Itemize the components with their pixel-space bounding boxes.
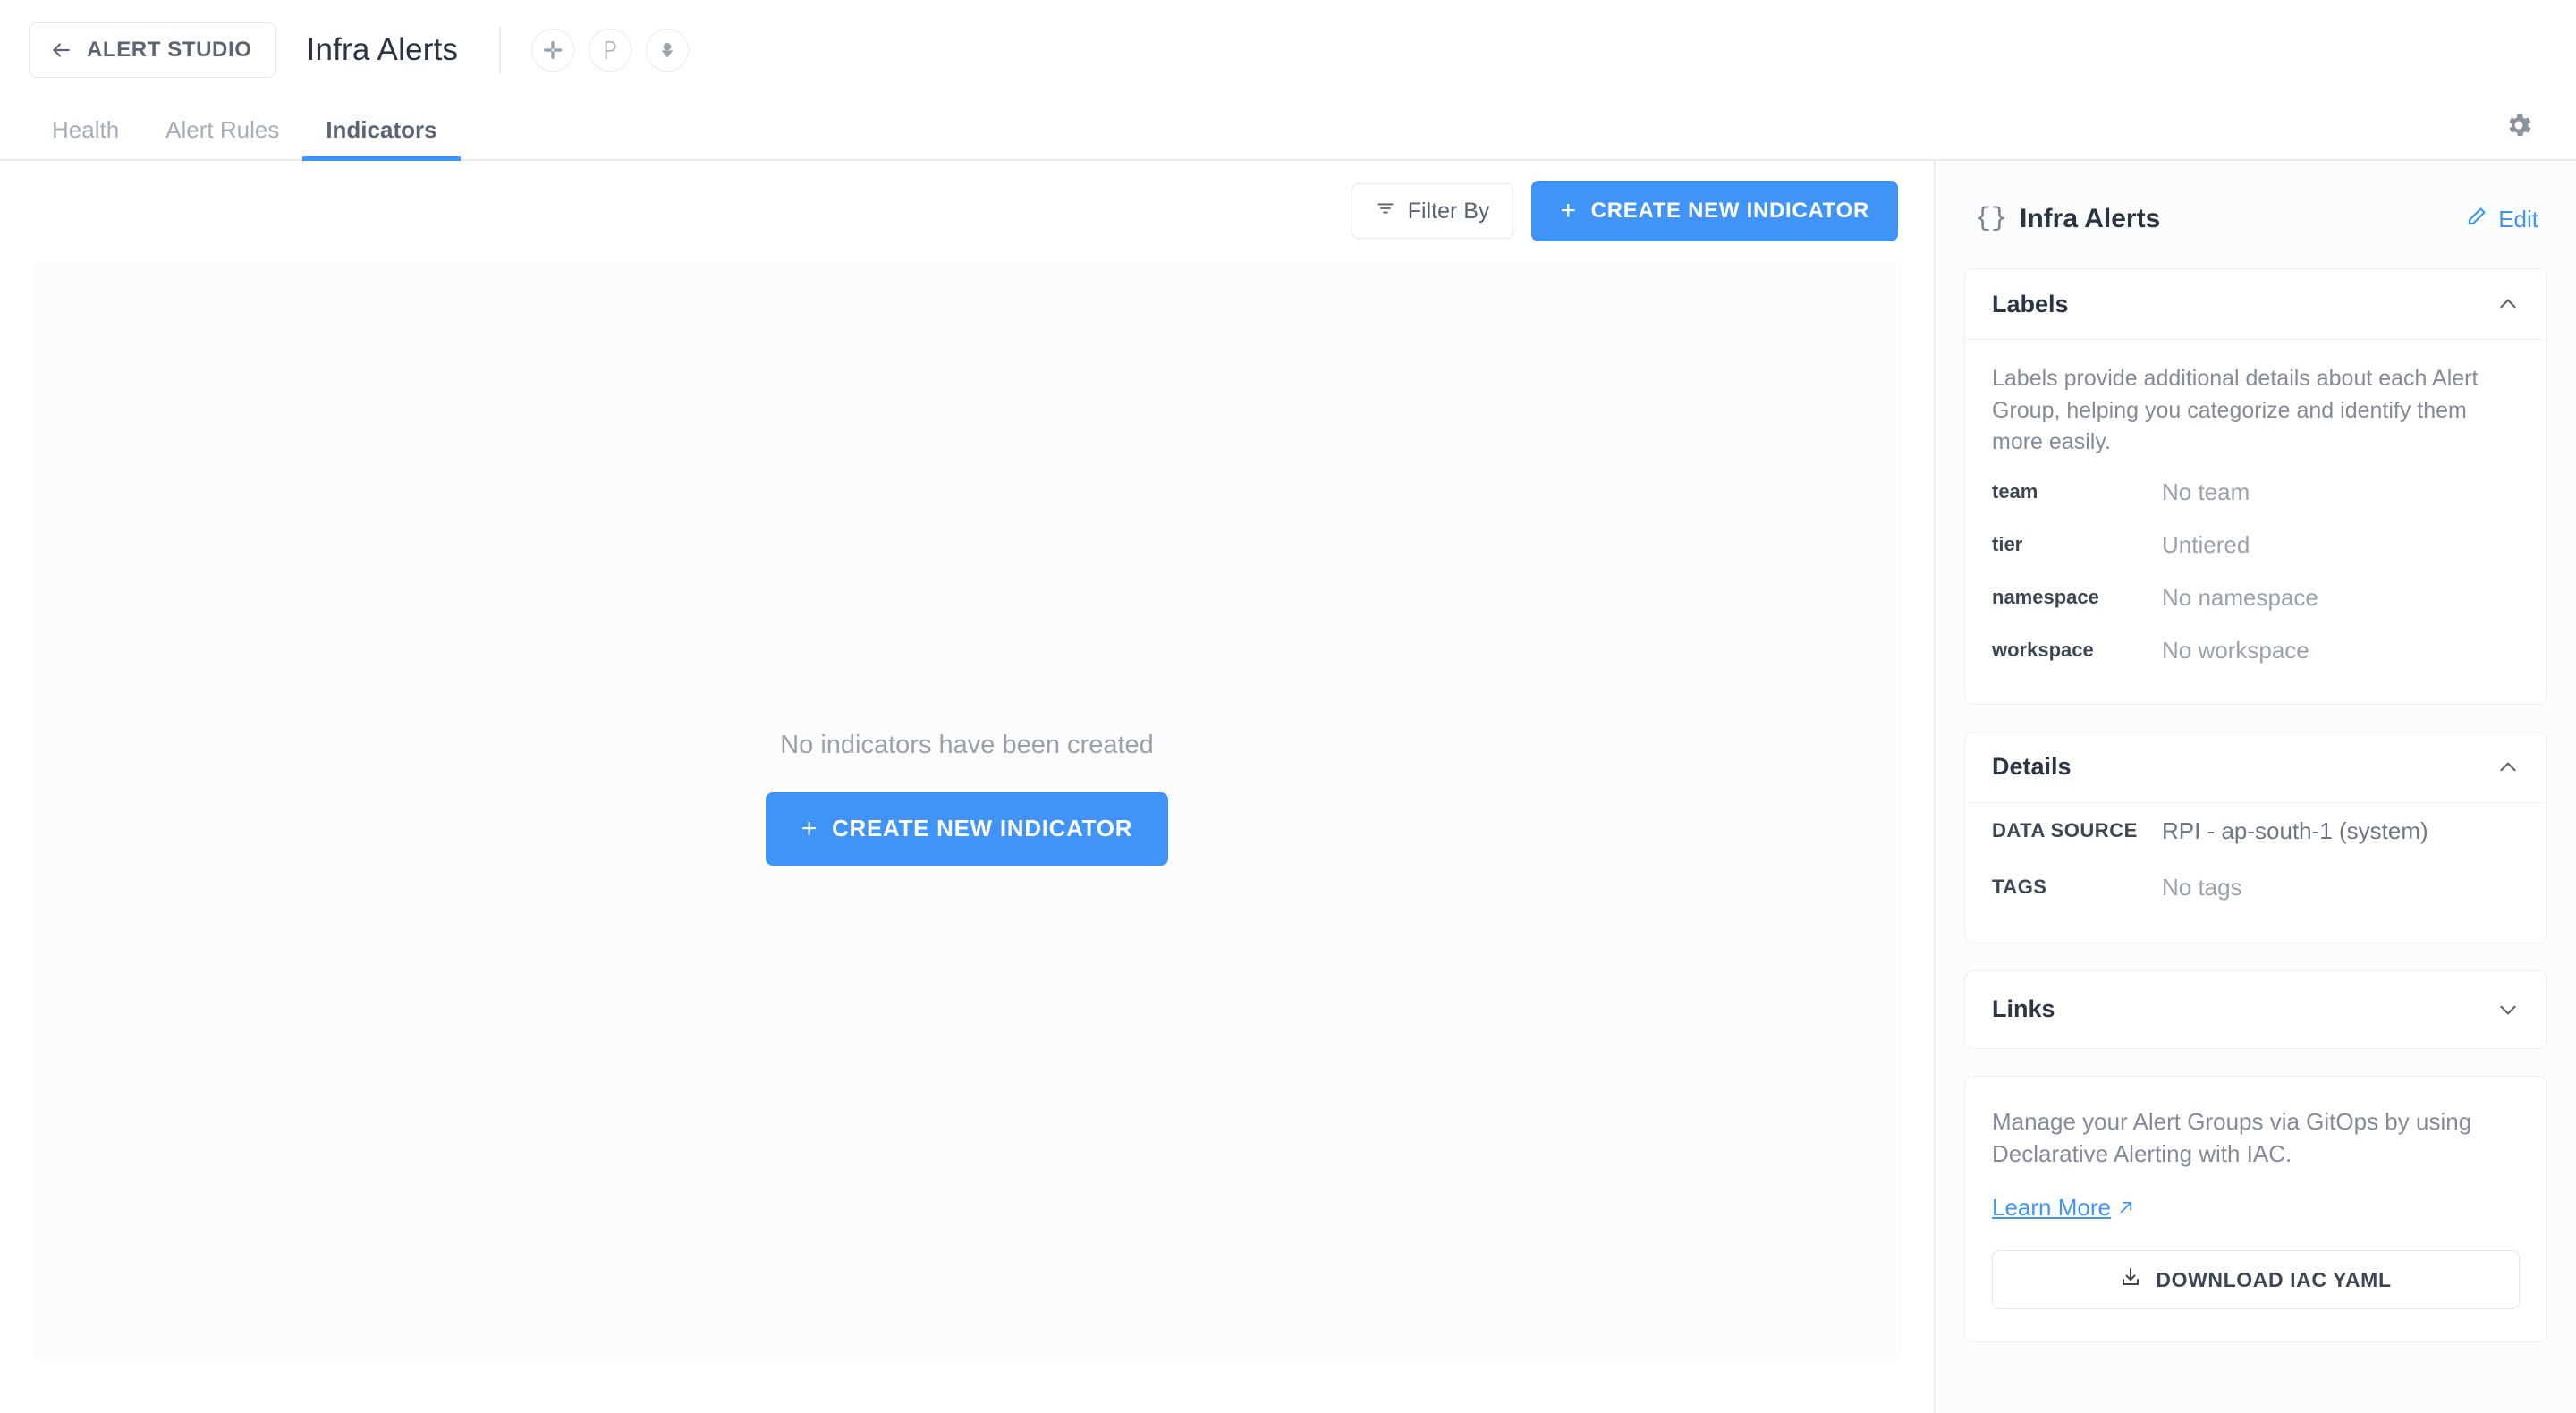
label-key: namespace <box>1992 571 2162 624</box>
filter-by-button[interactable]: Filter By <box>1352 183 1514 239</box>
labels-description: Labels provide additional details about … <box>1992 340 2520 466</box>
table-row: workspace No workspace <box>1992 624 2520 677</box>
settings-button[interactable] <box>2497 106 2540 148</box>
sidebar-title: Infra Alerts <box>2020 204 2160 234</box>
tab-bar: Health Alert Rules Indicators <box>0 100 2576 161</box>
chevron-up-icon <box>2496 756 2520 779</box>
main-content: Filter By + CREATE NEW INDICATOR No indi… <box>0 161 1934 1413</box>
gitops-card: Manage your Alert Groups via GitOps by u… <box>1964 1076 2547 1343</box>
create-new-indicator-label: CREATE NEW INDICATOR <box>1591 199 1869 224</box>
labels-card: Labels Labels provide additional details… <box>1964 268 2547 705</box>
create-new-indicator-button-toolbar[interactable]: + CREATE NEW INDICATOR <box>1531 181 1898 241</box>
braces-icon: {} <box>1975 204 2007 234</box>
indicators-list-card: No indicators have been created + CREATE… <box>32 261 1902 1361</box>
details-card-header[interactable]: Details <box>1965 732 2546 802</box>
header-divider <box>499 27 501 73</box>
download-iac-yaml-label: DOWNLOAD IAC YAML <box>2156 1268 2391 1292</box>
back-button-label: ALERT STUDIO <box>87 38 252 63</box>
labels-card-header[interactable]: Labels <box>1965 269 2546 339</box>
detail-key: DATA SOURCE <box>1992 803 2162 859</box>
tab-alert-rules[interactable]: Alert Rules <box>142 100 302 159</box>
detail-value: No tags <box>2162 859 2520 916</box>
table-row: DATA SOURCE RPI - ap-south-1 (system) <box>1992 803 2520 859</box>
integration-icons <box>531 29 689 72</box>
plus-icon: + <box>801 816 818 842</box>
pencil-icon <box>2466 206 2487 233</box>
label-value: No workspace <box>2162 624 2520 677</box>
page-title: Infra Alerts <box>307 32 459 68</box>
download-icon <box>2120 1266 2141 1293</box>
empty-state-message: No indicators have been created <box>780 731 1154 760</box>
details-card: Details DATA SOURCE RPI - ap-south-1 (sy… <box>1964 732 2547 943</box>
labels-card-title: Labels <box>1992 291 2069 318</box>
filter-by-label: Filter By <box>1408 199 1490 224</box>
labels-table: team No team tier Untiered namespace No … <box>1992 466 2520 677</box>
learn-more-label: Learn More <box>1992 1194 2111 1222</box>
arrow-left-icon <box>49 38 72 62</box>
sidebar-header: {} Infra Alerts Edit <box>1964 193 2547 245</box>
chevron-up-icon <box>2496 292 2520 316</box>
chevron-down-icon <box>2496 998 2520 1021</box>
slack-icon[interactable] <box>531 29 574 72</box>
gitops-card-body: Manage your Alert Groups via GitOps by u… <box>1965 1077 2546 1342</box>
label-value: No namespace <box>2162 571 2520 624</box>
app-root: ALERT STUDIO Infra Alerts <box>0 0 2576 1413</box>
links-card: Links <box>1964 970 2547 1049</box>
webhook-icon[interactable] <box>646 29 689 72</box>
links-card-title: Links <box>1992 995 2055 1023</box>
label-key: team <box>1992 466 2162 519</box>
links-card-header[interactable]: Links <box>1965 971 2546 1048</box>
label-value: Untiered <box>2162 519 2520 571</box>
gear-icon <box>2504 110 2534 145</box>
details-card-title: Details <box>1992 753 2072 781</box>
back-to-alert-studio-button[interactable]: ALERT STUDIO <box>29 22 276 78</box>
detail-key: TAGS <box>1992 859 2162 916</box>
label-value: No team <box>2162 466 2520 519</box>
tab-indicators-label: Indicators <box>326 116 436 144</box>
learn-more-link[interactable]: Learn More <box>1992 1194 2134 1222</box>
top-bar: ALERT STUDIO Infra Alerts <box>0 0 2576 100</box>
download-iac-yaml-button[interactable]: DOWNLOAD IAC YAML <box>1992 1250 2520 1309</box>
gitops-description: Manage your Alert Groups via GitOps by u… <box>1992 1105 2520 1172</box>
details-table: DATA SOURCE RPI - ap-south-1 (system) TA… <box>1992 803 2520 916</box>
label-key: workspace <box>1992 624 2162 677</box>
tab-indicators[interactable]: Indicators <box>302 100 460 159</box>
table-row: team No team <box>1992 466 2520 519</box>
create-new-indicator-button-empty[interactable]: + CREATE NEW INDICATOR <box>766 792 1168 866</box>
label-key: tier <box>1992 519 2162 571</box>
details-card-body: DATA SOURCE RPI - ap-south-1 (system) TA… <box>1965 802 2546 943</box>
tab-alert-rules-label: Alert Rules <box>165 116 279 144</box>
table-row: TAGS No tags <box>1992 859 2520 916</box>
pagerduty-icon[interactable] <box>589 29 631 72</box>
edit-button[interactable]: Edit <box>2466 206 2538 233</box>
detail-value: RPI - ap-south-1 (system) <box>2162 803 2520 859</box>
table-row: tier Untiered <box>1992 519 2520 571</box>
labels-card-body: Labels provide additional details about … <box>1965 339 2546 704</box>
page-body: Filter By + CREATE NEW INDICATOR No indi… <box>0 161 2576 1413</box>
tab-health[interactable]: Health <box>29 100 142 159</box>
plus-icon: + <box>1560 198 1576 224</box>
details-sidebar: {} Infra Alerts Edit Labels <box>1934 161 2576 1413</box>
edit-label: Edit <box>2498 206 2538 233</box>
table-row: namespace No namespace <box>1992 571 2520 624</box>
indicators-toolbar: Filter By + CREATE NEW INDICATOR <box>0 161 1934 261</box>
tab-health-label: Health <box>52 116 119 144</box>
filter-icon <box>1376 199 1395 224</box>
create-new-indicator-label: CREATE NEW INDICATOR <box>832 815 1132 842</box>
empty-state: No indicators have been created + CREATE… <box>766 731 1168 866</box>
external-link-icon <box>2118 1194 2134 1222</box>
